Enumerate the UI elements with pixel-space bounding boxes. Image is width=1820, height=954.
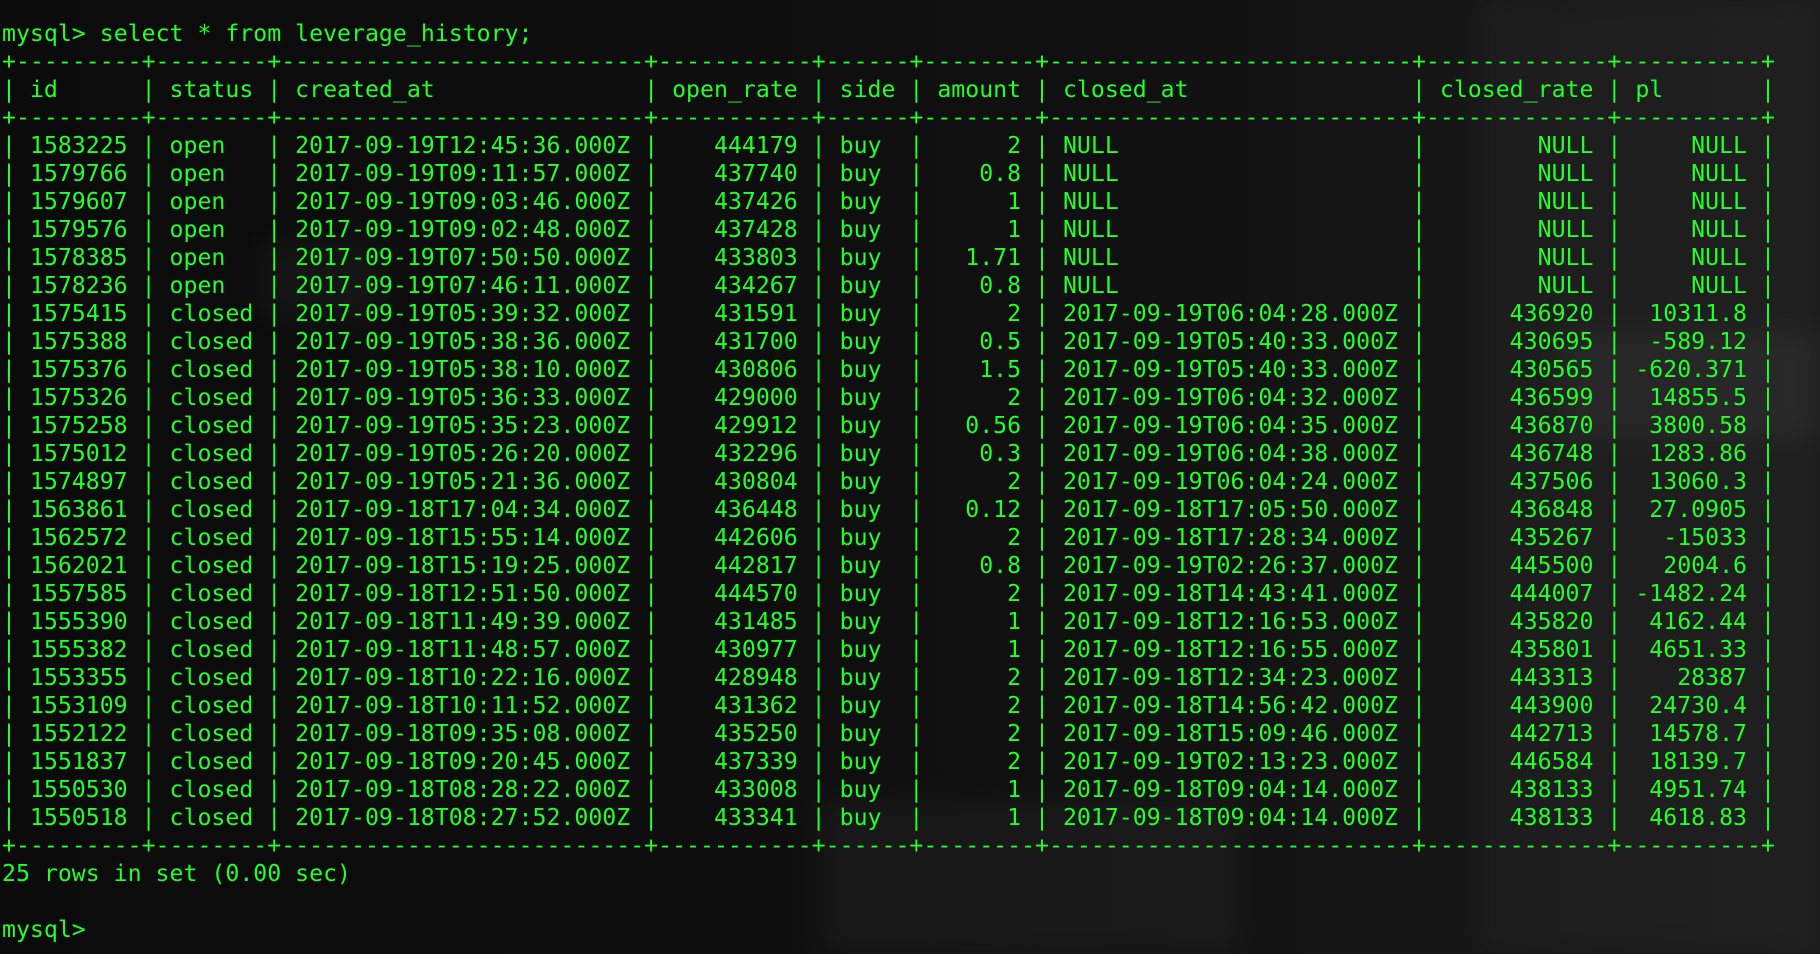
table-row: | 1578385 | open | 2017-09-19T07:50:50.0…: [2, 244, 1775, 271]
table-row: | 1579607 | open | 2017-09-19T09:03:46.0…: [2, 188, 1775, 215]
table-row: | 1553109 | closed | 2017-09-18T10:11:52…: [2, 692, 1775, 719]
command-line: mysql> select * from leverage_history;: [2, 20, 1775, 48]
table-row: | 1550530 | closed | 2017-09-18T08:28:22…: [2, 776, 1775, 803]
table-row: | 1553355 | closed | 2017-09-18T10:22:16…: [2, 664, 1775, 691]
table-row: | 1555382 | closed | 2017-09-18T11:48:57…: [2, 636, 1775, 663]
table-row: | 1550518 | closed | 2017-09-18T08:27:52…: [2, 804, 1775, 831]
table-row: | 1583225 | open | 2017-09-19T12:45:36.0…: [2, 132, 1775, 159]
table-header-row: | id | status | created_at | open_rate |…: [2, 76, 1775, 103]
table-border: +---------+--------+--------------------…: [2, 104, 1775, 131]
terminal-output[interactable]: mysql> select * from leverage_history; +-…: [2, 20, 1775, 944]
result-summary: 25 rows in set (0.00 sec): [2, 860, 352, 887]
prompt: mysql>: [2, 20, 86, 47]
table-row: | 1575012 | closed | 2017-09-19T05:26:20…: [2, 440, 1775, 467]
table-row: | 1555390 | closed | 2017-09-18T11:49:39…: [2, 608, 1775, 635]
result-table: +---------+--------+--------------------…: [2, 48, 1775, 860]
table-row: | 1563861 | closed | 2017-09-18T17:04:34…: [2, 496, 1775, 523]
table-border: +---------+--------+--------------------…: [2, 48, 1775, 75]
table-row: | 1562021 | closed | 2017-09-18T15:19:25…: [2, 552, 1775, 579]
table-row: | 1552122 | closed | 2017-09-18T09:35:08…: [2, 720, 1775, 747]
table-row: | 1575326 | closed | 2017-09-19T05:36:33…: [2, 384, 1775, 411]
table-row: | 1575388 | closed | 2017-09-19T05:38:36…: [2, 328, 1775, 355]
table-row: | 1575415 | closed | 2017-09-19T05:39:32…: [2, 300, 1775, 327]
table-row: | 1557585 | closed | 2017-09-18T12:51:50…: [2, 580, 1775, 607]
terminal-window[interactable]: mysql> select * from leverage_history; +-…: [0, 0, 1820, 954]
cursor: [86, 916, 100, 943]
table-row: | 1574897 | closed | 2017-09-19T05:21:36…: [2, 468, 1775, 495]
table-row: | 1579766 | open | 2017-09-19T09:11:57.0…: [2, 160, 1775, 187]
table-row: | 1575376 | closed | 2017-09-19T05:38:10…: [2, 356, 1775, 383]
table-row: | 1551837 | closed | 2017-09-18T09:20:45…: [2, 748, 1775, 775]
table-border: +---------+--------+--------------------…: [2, 832, 1775, 859]
table-row: | 1575258 | closed | 2017-09-19T05:35:23…: [2, 412, 1775, 439]
table-row: | 1579576 | open | 2017-09-19T09:02:48.0…: [2, 216, 1775, 243]
prompt: mysql>: [2, 916, 86, 943]
table-row: | 1578236 | open | 2017-09-19T07:46:11.0…: [2, 272, 1775, 299]
prompt-line[interactable]: mysql>: [2, 916, 1775, 944]
table-row: | 1562572 | closed | 2017-09-18T15:55:14…: [2, 524, 1775, 551]
command-text: select * from leverage_history;: [99, 20, 533, 47]
